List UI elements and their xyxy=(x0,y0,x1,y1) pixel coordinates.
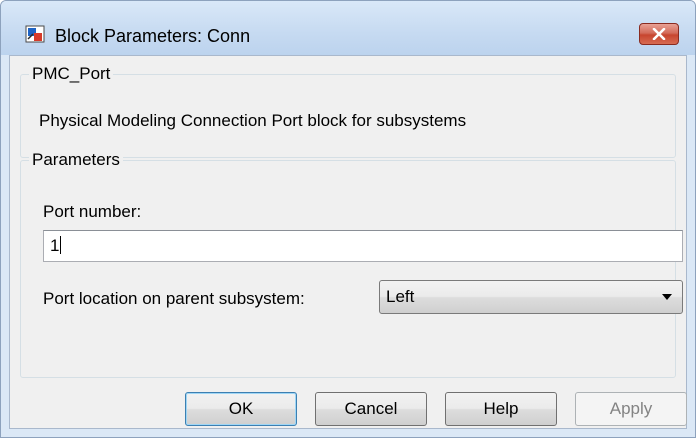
block-name: PMC_Port xyxy=(29,63,114,85)
dialog-body: PMC_Port Physical Modeling Connection Po… xyxy=(9,55,687,429)
parameters-legend: Parameters xyxy=(29,149,123,171)
block-info-group: PMC_Port Physical Modeling Connection Po… xyxy=(20,63,676,158)
port-location-dropdown[interactable]: Left xyxy=(379,280,683,314)
port-number-value: 1 xyxy=(50,236,60,255)
window-title: Block Parameters: Conn xyxy=(55,26,251,46)
block-parameters-dialog: Block Parameters: Conn PMC_Port Physical… xyxy=(0,0,696,438)
close-button[interactable] xyxy=(639,23,679,45)
port-location-label: Port location on parent subsystem: xyxy=(43,289,305,308)
text-caret xyxy=(60,236,62,254)
port-number-input[interactable]: 1 xyxy=(43,230,683,262)
close-icon xyxy=(652,28,666,40)
simulink-block-icon xyxy=(25,25,45,43)
ok-button[interactable]: OK xyxy=(185,392,297,426)
cancel-button[interactable]: Cancel xyxy=(315,392,427,426)
port-location-value: Left xyxy=(386,287,415,306)
help-button[interactable]: Help xyxy=(445,392,557,426)
block-description: Physical Modeling Connection Port block … xyxy=(39,111,467,130)
parameters-group: Parameters Port number: 1 Port location … xyxy=(20,149,683,378)
title-bar[interactable]: Block Parameters: Conn xyxy=(1,1,695,55)
chevron-down-icon xyxy=(662,294,672,300)
apply-button[interactable]: Apply xyxy=(575,392,687,426)
port-number-label: Port number: xyxy=(43,202,142,221)
